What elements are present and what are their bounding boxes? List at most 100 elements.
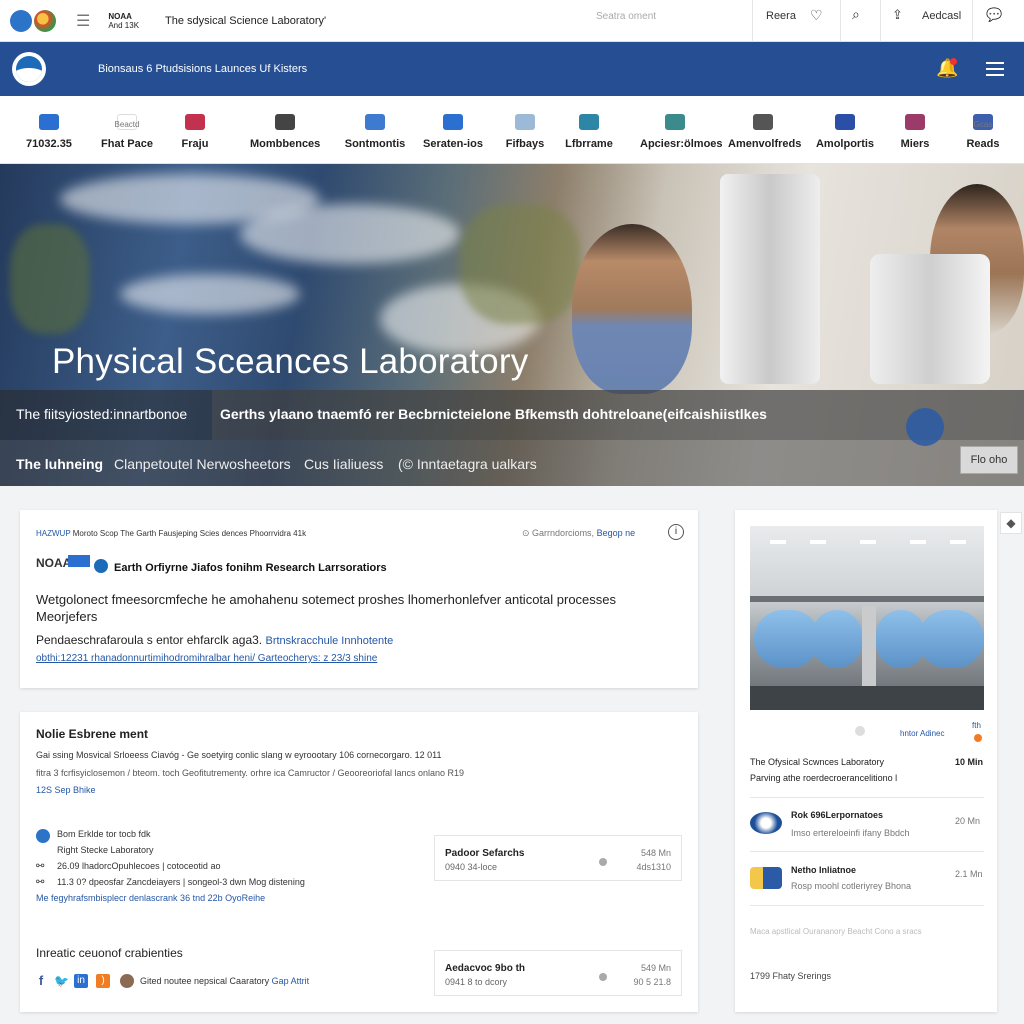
nav-item-5[interactable]: Sontmontis xyxy=(340,96,410,164)
nav-item-10[interactable]: Amenvolfreds xyxy=(728,96,801,164)
nav-item-6[interactable]: Seraten-ios xyxy=(418,96,488,164)
sidebar-row1-time: 10 Min xyxy=(955,757,984,767)
mini-card-1-time: 548 Mn xyxy=(640,848,671,858)
nav-item-label: Seraten-ios xyxy=(423,138,483,150)
nav-item-label: Fraju xyxy=(181,138,209,150)
mini-card-1-sub: 0940 34-loce xyxy=(445,862,498,872)
carousel-dot[interactable] xyxy=(855,726,865,736)
card2-block-4: 11.3 0? dpeosfar Zancdeiayers | songeol-… xyxy=(57,877,305,887)
nav-item-2[interactable]: Beactd Fhat Pace xyxy=(92,96,162,164)
card2-title: Nolie Esbrene ment xyxy=(36,727,149,741)
rss-icon[interactable]: ) xyxy=(96,974,110,988)
nav-item-1[interactable]: 71032.35 xyxy=(14,96,84,164)
nav-item-label: Mombbences xyxy=(250,138,321,150)
globe-icon xyxy=(36,829,50,843)
nav-item-4[interactable]: Mombbences xyxy=(250,96,320,164)
hero-button[interactable]: Flo oho xyxy=(960,446,1018,474)
nav-item-label: 71032.35 xyxy=(26,138,72,150)
label-icon xyxy=(905,114,925,130)
card1-heading[interactable]: Earth Orfiyrne Jiafos fonihm Research La… xyxy=(114,562,387,574)
sidebar-row3-title[interactable]: Netho Inliatnoe xyxy=(791,865,856,875)
alert-icon xyxy=(974,734,982,742)
nav-item-9[interactable]: Apciesr:ölmoes xyxy=(640,96,723,164)
pin-icon[interactable]: ◆ xyxy=(1000,512,1022,534)
facebook-icon[interactable]: f xyxy=(34,974,48,988)
card1-eyebrow: HAZWUP Moroto Scop The Garth Fausjeping … xyxy=(36,529,307,538)
sidebar-footer-faded: Maca apstlical Ourananory Beacht Cono a … xyxy=(750,927,922,936)
hero-tab-4[interactable]: (© Inntaetagra ualkars xyxy=(398,456,537,472)
doc-icon xyxy=(515,114,535,130)
mini-card-1-meta: 4ds1310 xyxy=(636,862,671,872)
top-bar: ☰ NOAA And 13K The sdysical Science Labor… xyxy=(0,0,1024,42)
sidebar-row3-time: 2.1 Mn xyxy=(955,869,983,879)
sidebar-row3-sub: Rosp moohl cotleriyrey Bhona xyxy=(791,881,912,891)
sidebar-row2-title[interactable]: Rok 696Lerpornatoes xyxy=(791,810,883,820)
nav-item-12[interactable]: Miers xyxy=(880,96,950,164)
nav-item-label: Fifbays xyxy=(505,138,545,150)
nav-item-label: Miers xyxy=(900,138,930,150)
sidebar-row2-time: 20 Mn xyxy=(955,816,981,826)
nav-item-3[interactable]: Fraju xyxy=(160,96,230,164)
share-icon[interactable]: ⇪ xyxy=(892,7,903,23)
nav-item-8[interactable]: Lfbrrame xyxy=(554,96,624,164)
site-banner: Bionsaus 6 Ptudsisions Launces Uf Kister… xyxy=(0,42,1024,96)
link-icon: ⚯ xyxy=(36,861,45,872)
nav-item-label: Lfbrrame xyxy=(565,138,613,150)
sidebar-row1-title[interactable]: The Ofysical Scwnces Laboratory xyxy=(750,757,884,767)
card2-link1[interactable]: 12S Sep Bhike xyxy=(36,785,96,795)
image-caption: hntor Adinec xyxy=(900,729,945,738)
thumbnail-icon xyxy=(750,812,782,834)
card2-interest: Inreatic ceuonof crabienties xyxy=(36,946,183,960)
info-icon[interactable]: i xyxy=(668,524,684,540)
mini-card-1-title: Padoor Sefarchs xyxy=(445,848,525,859)
card1-link[interactable]: Brtnskracchule Innhotente xyxy=(266,635,394,647)
hero-tab-3[interactable]: Cus Iialiuess xyxy=(304,456,383,472)
globe-icon xyxy=(365,114,385,130)
menu-icon[interactable] xyxy=(986,62,1004,80)
card1-line1: Pendaeschrafaroula s entor ehfarclk aga3… xyxy=(36,633,394,647)
nav-item-sub: Gcas xyxy=(973,120,993,129)
chat-icon[interactable]: 💬 xyxy=(986,7,1002,23)
linkedin-icon[interactable]: in xyxy=(74,974,88,988)
mini-card-2-sub: 0941 8 to dcory xyxy=(445,977,508,987)
mini-card-2-time: 549 Mn xyxy=(640,963,671,973)
hamburger-icon[interactable]: ☰ xyxy=(76,11,90,31)
site-title[interactable]: The sdysical Science Laboratory' xyxy=(165,15,326,27)
partner-logos xyxy=(0,9,56,32)
chain-icon: ⚯ xyxy=(36,877,45,888)
noaa-seal-icon xyxy=(94,559,108,573)
hero-tab-1[interactable]: The luhneing xyxy=(16,456,103,472)
search-input[interactable]: Seatra oment xyxy=(596,11,656,22)
mini-card-1[interactable]: Padoor Sefarchs 0940 34-loce 548 Mn 4ds1… xyxy=(434,835,682,881)
twitter-icon[interactable]: 🐦 xyxy=(54,974,69,988)
banner-text: Bionsaus 6 Ptudsisions Launces Uf Kister… xyxy=(98,63,308,75)
share-link[interactable]: Gap Attrit xyxy=(272,976,310,986)
nav-item-7[interactable]: Fifbays xyxy=(490,96,560,164)
nav-item-sub: Beactd xyxy=(114,120,140,129)
mini-card-2[interactable]: Aedacvoc 9bo th 0941 8 to dcory 549 Mn 9… xyxy=(434,950,682,996)
ring-icon xyxy=(443,114,463,130)
hero-tab-2[interactable]: Clanpetoutel Nerwosheetors xyxy=(114,456,291,472)
search-icon[interactable]: ⌕ xyxy=(852,6,860,23)
card2-link2[interactable]: Me fegyhrafsmbisplecr denlascrank 36 tnd… xyxy=(36,893,265,903)
read-link[interactable]: Reera xyxy=(766,10,796,22)
card1-body: Wetgolonect fmeesorcmfeche he amohahenu … xyxy=(36,592,617,624)
heart-icon[interactable]: ♡ xyxy=(810,7,823,24)
hero-caption-strip: The fiitsyiosted:innartbonoe Gerths ylaa… xyxy=(0,390,1024,440)
noaa-badge-icon xyxy=(906,408,944,446)
chart-icon xyxy=(39,114,59,130)
card1-line2[interactable]: obthi:12231 rhanadonnurtimihodromihralba… xyxy=(36,653,377,664)
nav-item-11[interactable]: Amolportis xyxy=(810,96,880,164)
image-caption-right: fth xyxy=(972,721,981,730)
nav-item-label: Amolportis xyxy=(815,138,875,150)
card1-meta-link[interactable]: Begop ne xyxy=(597,528,636,538)
partner-logo-icon[interactable] xyxy=(34,9,56,32)
nav-item-13[interactable]: Gcas Reads xyxy=(948,96,1018,164)
atom-icon xyxy=(665,114,685,130)
nav-item-label: Sontmontis xyxy=(344,138,406,150)
noaa-emblem-icon[interactable] xyxy=(12,52,46,86)
sidebar-row1-sub: Parving athe roerdecroerancelitiono l xyxy=(750,773,898,783)
sidebar-row2-sub: Imso ertereloeinfi ifany Bbdch xyxy=(791,828,910,838)
account-link[interactable]: Aedcasl xyxy=(922,10,961,22)
noaa-logo-icon[interactable] xyxy=(10,9,32,32)
